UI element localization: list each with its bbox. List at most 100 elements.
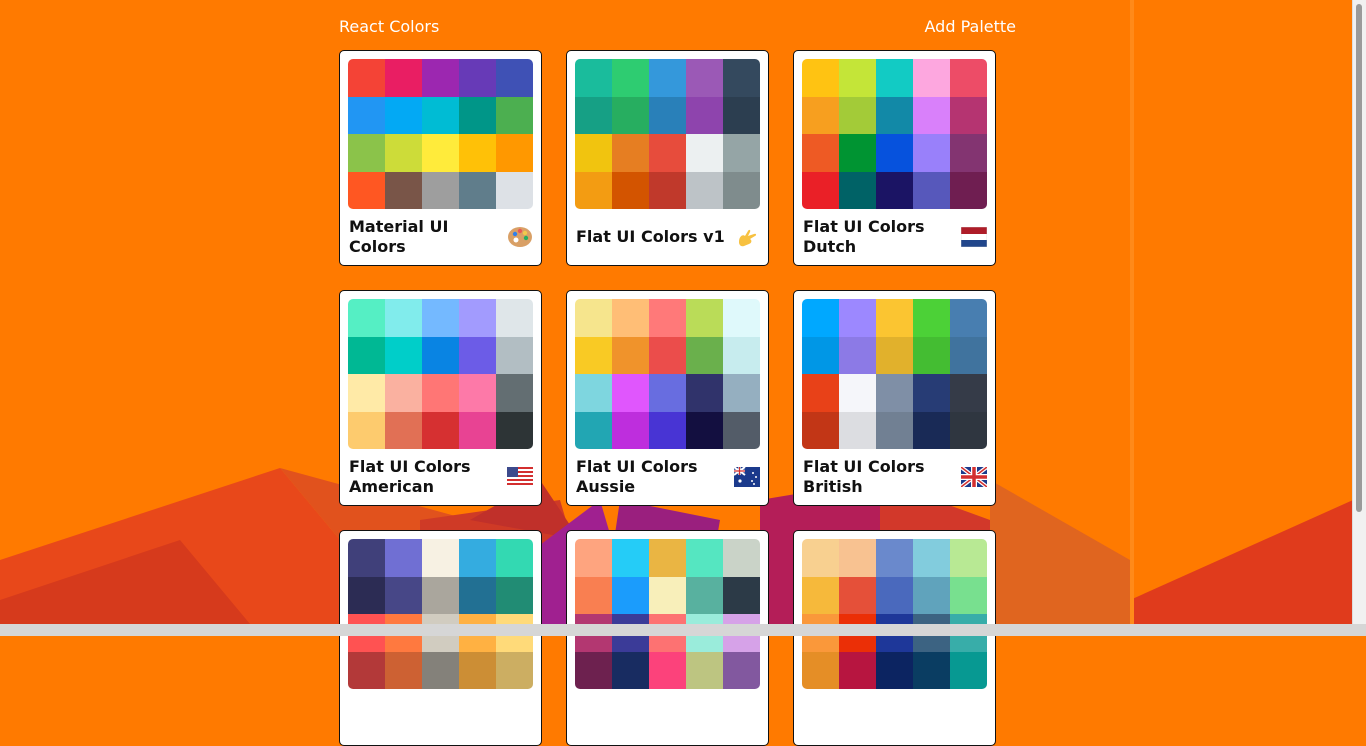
color-swatch bbox=[348, 374, 385, 412]
color-swatch bbox=[575, 134, 612, 172]
color-swatch bbox=[422, 651, 459, 689]
palette-card-footer: Flat UI Colors American bbox=[349, 449, 533, 505]
color-swatch bbox=[802, 336, 839, 374]
color-swatch bbox=[839, 539, 876, 577]
color-swatch bbox=[422, 539, 459, 577]
color-swatch bbox=[802, 576, 839, 614]
palette-icon bbox=[507, 224, 533, 250]
color-swatch bbox=[385, 374, 422, 412]
color-swatch bbox=[913, 576, 950, 614]
color-swatch bbox=[913, 336, 950, 374]
palette-card[interactable]: Flat UI Colors v1 bbox=[566, 50, 769, 266]
color-swatch bbox=[723, 59, 760, 97]
color-swatch bbox=[913, 96, 950, 134]
color-swatch bbox=[686, 374, 723, 412]
netherlands-flag-icon bbox=[961, 224, 987, 250]
color-swatch bbox=[839, 96, 876, 134]
color-swatch bbox=[459, 411, 496, 449]
color-swatch bbox=[348, 134, 385, 172]
scrollbar-thumb[interactable] bbox=[1356, 4, 1362, 512]
palette-card[interactable] bbox=[566, 530, 769, 746]
color-swatch bbox=[802, 299, 839, 337]
color-swatch bbox=[459, 539, 496, 577]
add-palette-link[interactable]: Add Palette bbox=[925, 17, 1016, 36]
color-swatch bbox=[422, 576, 459, 614]
palette-name: Flat UI Colors Dutch bbox=[803, 217, 925, 256]
palette-card[interactable]: Flat UI Colors American bbox=[339, 290, 542, 506]
color-swatch bbox=[950, 59, 987, 97]
color-swatch bbox=[348, 576, 385, 614]
color-swatch bbox=[913, 134, 950, 172]
color-swatch bbox=[496, 576, 533, 614]
palette-card-footer bbox=[576, 689, 760, 745]
call-me-hand-icon bbox=[734, 224, 760, 250]
palette-name: Flat UI Colors American bbox=[349, 457, 471, 496]
color-swatch bbox=[649, 299, 686, 337]
color-swatch bbox=[839, 59, 876, 97]
color-swatch bbox=[876, 299, 913, 337]
palette-card-footer: Flat UI Colors British bbox=[803, 449, 987, 505]
color-swatch bbox=[348, 171, 385, 209]
color-swatch bbox=[649, 134, 686, 172]
color-swatch bbox=[950, 96, 987, 134]
palette-swatches bbox=[348, 59, 533, 209]
palette-card[interactable]: Flat UI Colors British bbox=[793, 290, 996, 506]
color-swatch bbox=[839, 134, 876, 172]
palette-card[interactable] bbox=[339, 530, 542, 746]
color-swatch bbox=[496, 539, 533, 577]
palette-swatches bbox=[575, 539, 760, 689]
palette-card[interactable]: Material UI Colors bbox=[339, 50, 542, 266]
color-swatch bbox=[496, 171, 533, 209]
color-swatch bbox=[459, 59, 496, 97]
color-swatch bbox=[348, 299, 385, 337]
color-swatch bbox=[950, 539, 987, 577]
color-swatch bbox=[385, 96, 422, 134]
color-swatch bbox=[723, 134, 760, 172]
horizontal-scrollbar[interactable] bbox=[0, 624, 1366, 636]
color-swatch bbox=[575, 374, 612, 412]
color-swatch bbox=[575, 651, 612, 689]
color-swatch bbox=[802, 411, 839, 449]
color-swatch bbox=[385, 651, 422, 689]
color-swatch bbox=[459, 336, 496, 374]
palette-card[interactable] bbox=[793, 530, 996, 746]
color-swatch bbox=[348, 539, 385, 577]
color-swatch bbox=[422, 59, 459, 97]
color-swatch bbox=[950, 134, 987, 172]
color-swatch bbox=[876, 96, 913, 134]
palette-swatches bbox=[802, 299, 987, 449]
color-swatch bbox=[649, 576, 686, 614]
color-swatch bbox=[459, 96, 496, 134]
color-swatch bbox=[649, 651, 686, 689]
australia-flag-icon bbox=[734, 464, 760, 490]
color-swatch bbox=[459, 299, 496, 337]
color-swatch bbox=[385, 576, 422, 614]
color-swatch bbox=[575, 411, 612, 449]
palette-card[interactable]: Flat UI Colors Dutch bbox=[793, 50, 996, 266]
palette-card-footer bbox=[803, 689, 987, 745]
vertical-scrollbar[interactable] bbox=[1352, 0, 1366, 624]
color-swatch bbox=[612, 171, 649, 209]
brand-link[interactable]: React Colors bbox=[339, 17, 439, 36]
color-swatch bbox=[575, 576, 612, 614]
color-swatch bbox=[496, 59, 533, 97]
color-swatch bbox=[348, 651, 385, 689]
color-swatch bbox=[496, 299, 533, 337]
color-swatch bbox=[385, 539, 422, 577]
color-swatch bbox=[839, 576, 876, 614]
color-swatch bbox=[422, 299, 459, 337]
palette-card[interactable]: Flat UI Colors Aussie bbox=[566, 290, 769, 506]
palette-card-footer: Flat UI Colors v1 bbox=[576, 209, 760, 265]
color-swatch bbox=[459, 134, 496, 172]
color-swatch bbox=[348, 336, 385, 374]
color-swatch bbox=[575, 171, 612, 209]
color-swatch bbox=[612, 374, 649, 412]
color-swatch bbox=[802, 374, 839, 412]
color-swatch bbox=[913, 299, 950, 337]
color-swatch bbox=[802, 96, 839, 134]
palette-name: Material UI Colors bbox=[349, 217, 449, 256]
color-swatch bbox=[876, 336, 913, 374]
color-swatch bbox=[876, 171, 913, 209]
color-swatch bbox=[839, 299, 876, 337]
color-swatch bbox=[839, 411, 876, 449]
